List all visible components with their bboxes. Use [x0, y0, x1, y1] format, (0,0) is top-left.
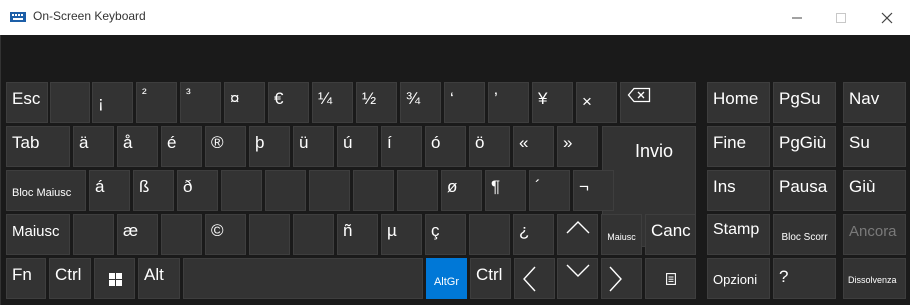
key-blank[interactable] — [50, 82, 90, 123]
key-blank[interactable] — [469, 214, 510, 255]
key-giu[interactable]: Giù — [843, 170, 906, 211]
key-stamp[interactable]: Stamp — [707, 214, 770, 255]
key-bloc-maiusc[interactable]: Bloc Maiusc — [6, 170, 86, 211]
key-arrow-down[interactable] — [557, 258, 598, 299]
close-icon — [881, 12, 893, 23]
key-maiusc-left[interactable]: Maiusc — [6, 214, 70, 255]
key-maiusc-right[interactable]: Maiusc — [601, 214, 642, 255]
arrow-right-icon — [609, 266, 622, 292]
maximize-icon — [836, 12, 846, 23]
key-blank[interactable] — [249, 214, 290, 255]
key-nav[interactable]: Nav — [843, 82, 906, 123]
key-blank[interactable] — [309, 170, 350, 211]
key-o-acute[interactable]: ó — [425, 126, 466, 167]
key-canc[interactable]: Canc — [645, 214, 696, 255]
key-left-guillemet[interactable]: « — [513, 126, 554, 167]
key-inverted-exclamation[interactable]: ¡ — [92, 82, 133, 123]
key-thorn[interactable]: þ — [249, 126, 290, 167]
minimize-button[interactable] — [774, 0, 820, 35]
key-bloc-scorr[interactable]: Bloc Scorr — [773, 214, 836, 255]
key-blank[interactable] — [353, 170, 394, 211]
key-help[interactable]: ? — [773, 258, 836, 299]
close-button[interactable] — [864, 0, 910, 35]
key-arrow-right[interactable] — [601, 258, 642, 299]
window-title: On-Screen Keyboard — [33, 9, 146, 23]
key-u-acute[interactable]: ú — [337, 126, 378, 167]
key-superscript-two[interactable]: ² — [136, 82, 177, 123]
key-context-menu[interactable] — [645, 258, 696, 299]
key-su[interactable]: Su — [843, 126, 906, 167]
key-ancora[interactable]: Ancora — [843, 214, 906, 255]
key-not-sign[interactable]: ¬ — [573, 170, 614, 211]
key-e-acute[interactable]: é — [161, 126, 202, 167]
key-registered[interactable]: ® — [205, 126, 246, 167]
key-o-slash[interactable]: ø — [441, 170, 482, 211]
key-euro[interactable]: € — [268, 82, 309, 123]
menu-icon — [666, 273, 676, 285]
key-a-acute[interactable]: á — [89, 170, 130, 211]
key-a-umlaut[interactable]: ä — [73, 126, 114, 167]
backspace-icon — [627, 87, 651, 103]
key-home[interactable]: Home — [707, 82, 770, 123]
key-ins[interactable]: Ins — [707, 170, 770, 211]
key-one-quarter[interactable]: ¼ — [312, 82, 353, 123]
key-inverted-question[interactable]: ¿ — [513, 214, 554, 255]
windows-icon — [109, 273, 122, 286]
arrow-up-icon — [566, 221, 590, 234]
key-micro[interactable]: µ — [381, 214, 422, 255]
keyboard-panel: Esc ¡ ² ³ ¤ € ¼ ½ ¾ ‘ ’ ¥ × Tab ä å é ® … — [0, 35, 910, 305]
key-blank[interactable] — [221, 170, 262, 211]
key-opzioni[interactable]: Opzioni — [707, 258, 770, 299]
key-ctrl-right[interactable]: Ctrl — [470, 258, 511, 299]
key-pausa[interactable]: Pausa — [773, 170, 836, 211]
key-o-umlaut[interactable]: ö — [469, 126, 510, 167]
key-fn[interactable]: Fn — [6, 258, 46, 299]
key-left-quote[interactable]: ‘ — [444, 82, 485, 123]
key-backspace[interactable] — [620, 82, 696, 123]
key-dissolvenza[interactable]: Dissolvenza — [843, 258, 906, 299]
key-pggiu[interactable]: PgGiù — [773, 126, 836, 167]
key-fine[interactable]: Fine — [707, 126, 770, 167]
key-arrow-up[interactable] — [557, 214, 598, 255]
key-arrow-left[interactable] — [514, 258, 555, 299]
keyboard-app-icon — [10, 12, 26, 22]
minimize-icon — [792, 17, 802, 18]
arrow-left-icon — [523, 266, 536, 292]
key-ctrl-left[interactable]: Ctrl — [49, 258, 91, 299]
key-tab[interactable]: Tab — [6, 126, 70, 167]
key-eth[interactable]: ð — [177, 170, 218, 211]
key-esc[interactable]: Esc — [6, 82, 48, 123]
maximize-button[interactable] — [818, 0, 864, 35]
key-blank[interactable] — [397, 170, 438, 211]
key-ae[interactable]: æ — [117, 214, 158, 255]
key-superscript-three[interactable]: ³ — [180, 82, 221, 123]
key-i-acute[interactable]: í — [381, 126, 422, 167]
key-right-guillemet[interactable]: » — [557, 126, 598, 167]
title-bar: On-Screen Keyboard — [0, 0, 910, 36]
key-windows[interactable] — [94, 258, 135, 299]
key-blank[interactable] — [161, 214, 202, 255]
key-pgsu[interactable]: PgSu — [773, 82, 836, 123]
key-c-cedilla[interactable]: ç — [425, 214, 466, 255]
key-multiply[interactable]: × — [576, 82, 617, 123]
key-blank[interactable] — [265, 170, 306, 211]
key-one-half[interactable]: ½ — [356, 82, 397, 123]
key-alt[interactable]: Alt — [138, 258, 180, 299]
key-spacebar[interactable] — [183, 258, 423, 299]
key-copyright[interactable]: © — [205, 214, 246, 255]
key-blank[interactable] — [73, 214, 114, 255]
key-acute-accent[interactable]: ´ — [529, 170, 570, 211]
key-altgr[interactable]: AltGr — [426, 258, 467, 299]
key-a-ring[interactable]: å — [117, 126, 158, 167]
key-pilcrow[interactable]: ¶ — [485, 170, 526, 211]
key-right-quote[interactable]: ’ — [488, 82, 529, 123]
key-u-umlaut[interactable]: ü — [293, 126, 334, 167]
key-eszett[interactable]: ß — [133, 170, 174, 211]
arrow-down-icon — [566, 264, 590, 277]
key-blank[interactable] — [293, 214, 334, 255]
key-n-tilde[interactable]: ñ — [337, 214, 378, 255]
key-three-quarters[interactable]: ¾ — [400, 82, 441, 123]
key-currency[interactable]: ¤ — [224, 82, 265, 123]
key-yen[interactable]: ¥ — [532, 82, 573, 123]
